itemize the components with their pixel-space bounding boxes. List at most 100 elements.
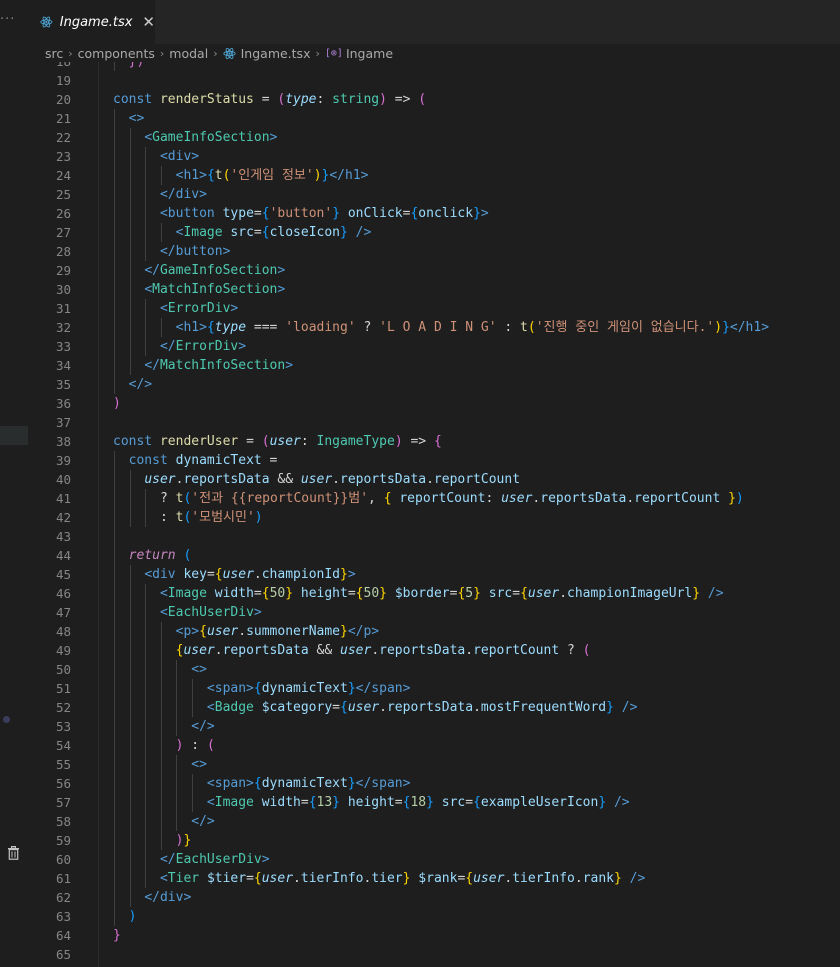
code-token: } — [426, 795, 434, 810]
breadcrumb-item-modal[interactable]: modal — [169, 46, 208, 61]
code-line[interactable]: 38 const renderUser = (user: IngameType) … — [30, 432, 840, 451]
code-line[interactable]: 28 </button> — [30, 242, 840, 261]
code-line[interactable]: 31 <ErrorDiv> — [30, 299, 840, 318]
code-text: }) — [113, 62, 145, 71]
code-token: } — [113, 928, 121, 943]
code-line[interactable]: 29 </GameInfoSection> — [30, 261, 840, 280]
code-token: ) — [313, 168, 322, 183]
code-line[interactable]: 50 <> — [30, 660, 840, 679]
code-line[interactable]: 49 {user.reportsData && user.reportsData… — [30, 641, 840, 660]
code-token: ) — [379, 92, 387, 107]
code-token: { — [340, 700, 348, 715]
code-line[interactable]: 53 </> — [30, 717, 840, 736]
code-line[interactable]: 40 user.reportsData && user.reportsData.… — [30, 470, 840, 489]
code-editor[interactable]: 18 }) 19 20 const renderStatus = (type: str… — [30, 62, 840, 967]
more-actions-icon[interactable]: ··· — [0, 12, 15, 27]
code-line[interactable]: 61 <Tier $tier={user.tierInfo.tier} $ran… — [30, 869, 840, 888]
code-line[interactable]: 26 <button type={'button'} onClick={oncl… — [30, 204, 840, 223]
line-number: 52 — [55, 700, 71, 715]
close-icon[interactable]: ✕ — [142, 13, 155, 31]
code-token: t — [214, 168, 223, 183]
code-line[interactable]: 63 ) — [30, 907, 840, 926]
code-line[interactable]: 33 </ErrorDiv> — [30, 337, 840, 356]
code-token: /> — [700, 586, 724, 601]
breadcrumb-item-src[interactable]: src — [45, 46, 63, 61]
code-line[interactable]: 45 <div key={user.championId}> — [30, 565, 840, 584]
code-token: 18 — [410, 795, 427, 810]
code-token: === — [246, 320, 286, 335]
line-number: 28 — [55, 244, 71, 259]
code-line[interactable]: 65 — [30, 945, 840, 964]
breadcrumb-item-symbol[interactable]: Ingame — [346, 46, 393, 61]
code-token: user — [340, 643, 372, 658]
code-line[interactable]: 35 </> — [30, 375, 840, 394]
code-line[interactable]: 42 : t('모범시민') — [30, 508, 840, 527]
code-token: GameInfoSection — [159, 263, 278, 278]
code-line[interactable]: 57 <Image width={13} height={18} src={ex… — [30, 793, 840, 812]
code-token: => — [402, 434, 434, 449]
code-token: </> — [128, 377, 153, 392]
code-line[interactable]: 41 ? t('전과 {{reportCount}}범', { reportCo… — [30, 489, 840, 508]
line-number: 19 — [55, 73, 71, 88]
code-token: Badge — [214, 700, 262, 715]
react-icon — [222, 47, 236, 59]
code-token: mostFrequentWord — [480, 700, 607, 715]
code-line[interactable]: 37 — [30, 413, 840, 432]
code-text: <> — [113, 755, 207, 774]
code-line[interactable]: 54 ) : ( — [30, 736, 840, 755]
code-line[interactable]: 30 <MatchInfoSection> — [30, 280, 840, 299]
code-line[interactable]: 51 <span>{dynamicText}</span> — [30, 679, 840, 698]
code-line[interactable]: 32 <h1>{type === 'loading' ? 'L O A D I … — [30, 318, 840, 337]
code-text: ? t('전과 {{reportCount}}범', { reportCount… — [113, 489, 744, 508]
code-token: onClick — [347, 206, 403, 221]
code-token: rank — [582, 871, 614, 886]
code-token: <h1> — [175, 320, 207, 335]
code-line[interactable]: 25 </div> — [30, 185, 840, 204]
code-line[interactable]: 64} — [30, 926, 840, 945]
code-line[interactable]: 46 <Image width={50} height={50} $border… — [30, 584, 840, 603]
code-line[interactable]: 58 </> — [30, 812, 840, 831]
tab-ingame-tsx[interactable]: Ingame.tsx ✕ — [30, 0, 155, 44]
line-number: 44 — [55, 548, 71, 563]
code-line[interactable]: 27 <Image src={closeIcon} /> — [30, 223, 840, 242]
code-line[interactable]: 36) — [30, 394, 840, 413]
code-token: onclick — [418, 206, 474, 221]
line-number: 45 — [55, 567, 71, 582]
code-line[interactable]: 59 )} — [30, 831, 840, 850]
code-text: </EachUserDiv> — [113, 850, 270, 869]
code-token: > — [230, 301, 239, 316]
breadcrumb-item-components[interactable]: components — [78, 46, 155, 61]
line-number: 33 — [55, 339, 71, 354]
code-line[interactable]: 18 }) — [30, 62, 840, 71]
code-line[interactable]: 55 <> — [30, 755, 840, 774]
code-token: = — [465, 795, 474, 810]
code-line[interactable]: 24 <h1>{t('인게임 정보')}</h1> — [30, 166, 840, 185]
trash-icon[interactable] — [7, 846, 20, 860]
code-line[interactable]: 22 <GameInfoSection> — [30, 128, 840, 147]
code-line[interactable]: 20 const renderStatus = (type: string) =>… — [30, 90, 840, 109]
code-token: reportsData — [183, 472, 270, 487]
code-line[interactable]: 52 <Badge $category={user.reportsData.mo… — [30, 698, 840, 717]
line-number: 65 — [55, 947, 71, 962]
code-line[interactable]: 62 </div> — [30, 888, 840, 907]
code-line[interactable]: 39 const dynamicText = — [30, 451, 840, 470]
code-line[interactable]: 19 — [30, 71, 840, 90]
code-token: ErrorDiv — [175, 339, 239, 354]
code-line[interactable]: 21 <> — [30, 109, 840, 128]
code-token: = — [394, 795, 403, 810]
code-line[interactable]: 60 </EachUserDiv> — [30, 850, 840, 869]
line-number: 55 — [55, 757, 71, 772]
code-line[interactable]: 34 </MatchInfoSection> — [30, 356, 840, 375]
code-line[interactable]: 44 return ( — [30, 546, 840, 565]
code-line[interactable]: 23 <div> — [30, 147, 840, 166]
code-text: <> — [113, 660, 207, 679]
code-line[interactable]: 56 <span>{dynamicText}</span> — [30, 774, 840, 793]
code-line[interactable]: 48 <p>{user.summonerName}</p> — [30, 622, 840, 641]
breadcrumb-item-file[interactable]: Ingame.tsx — [241, 46, 311, 61]
code-token: . — [214, 643, 223, 658]
code-token: user — [527, 586, 560, 601]
code-line[interactable]: 43 — [30, 527, 840, 546]
code-token: $border — [394, 586, 450, 601]
code-line[interactable]: 47 <EachUserDiv> — [30, 603, 840, 622]
